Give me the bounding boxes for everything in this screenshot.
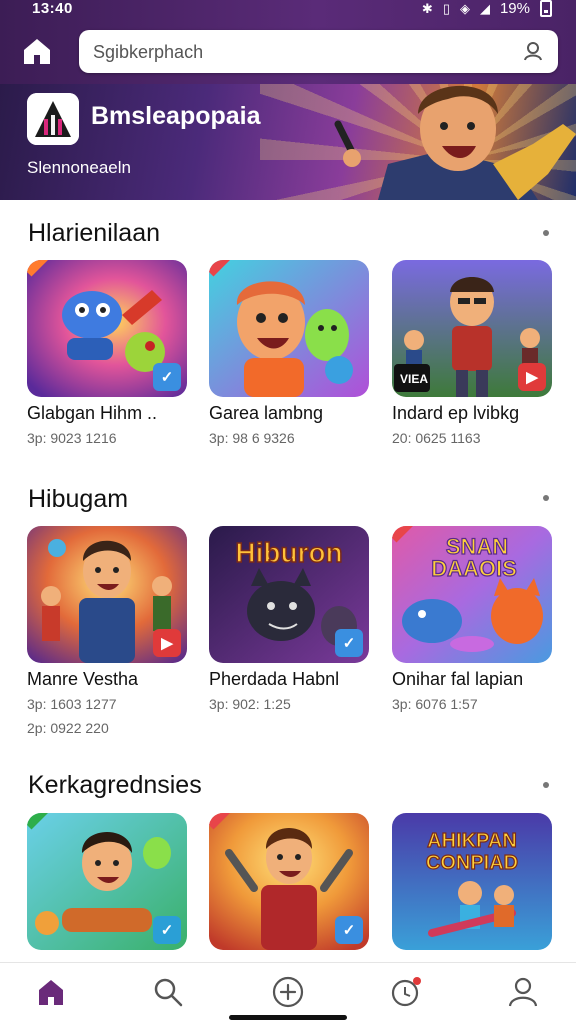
section-1-title: Hlarienilaan <box>28 219 161 247</box>
game-meta: 3p: 98 6 9326 <box>209 430 295 446</box>
bluetooth-icon: ✱ <box>421 0 433 16</box>
play-icon: ▶ <box>153 629 181 657</box>
game-meta: 20: 0625 1163 <box>392 430 481 446</box>
game-card[interactable]: Garea lambng 3p: 98 6 9326 <box>209 260 370 446</box>
search-bar[interactable]: Sgibkerphach <box>79 30 558 73</box>
banner-subtitle: Slennoneaeln <box>27 158 131 177</box>
check-icon: ✓ <box>335 916 363 944</box>
add-circle-icon[interactable] <box>271 975 305 1009</box>
game-card[interactable]: ✓ <box>27 813 188 950</box>
game-card[interactable]: Hiburon ✓ Pherdada Habnl 3p: 902: 1:25 <box>209 526 370 712</box>
check-icon: ✓ <box>153 916 181 944</box>
game-thumbnail: ✓ <box>209 813 369 950</box>
section-3-more-icon[interactable] <box>543 782 549 788</box>
account-search-icon[interactable] <box>522 39 546 63</box>
top-app-bar: 13:40 ✱ ▯ ◈ ◢ 19% Sgibkerphach <box>0 0 576 84</box>
game-thumbnail: AHIKPAN CONPIAD <box>392 813 552 950</box>
thumb-text: AHIKPAN <box>427 830 517 852</box>
search-icon[interactable] <box>151 975 185 1009</box>
app-logo <box>27 93 79 145</box>
gesture-home-bar[interactable] <box>229 1015 347 1020</box>
game-meta: 3p: 1603 1277 <box>27 696 117 712</box>
game-title: Garea lambng <box>209 403 324 423</box>
game-title: Pherdada Habnl <box>209 669 340 689</box>
section-3-title: Kerkagrednsies <box>28 771 202 799</box>
game-card[interactable]: VIEA ▶ Indard ep lvibkg 20: 0625 1163 <box>392 260 553 446</box>
game-title: Indard ep lvibkg <box>392 403 520 423</box>
banner-hero-character <box>334 85 576 200</box>
game-thumbnail: SNAN DAAOIS <box>392 526 552 663</box>
game-thumbnail: ✓ <box>27 813 187 950</box>
check-icon: ✓ <box>335 629 363 657</box>
game-card[interactable]: SNAN DAAOIS Onihar fal lapian 3p: 6076 1… <box>392 526 553 712</box>
home-icon[interactable] <box>34 975 68 1009</box>
section-2-more-icon[interactable] <box>543 495 549 501</box>
game-card[interactable]: ✓ <box>209 813 370 950</box>
game-card[interactable]: AHIKPAN CONPIAD <box>392 813 553 950</box>
thumb-text: DAAOIS <box>431 556 517 581</box>
status-time: 13:40 <box>32 0 73 17</box>
game-meta: 3p: 6076 1:57 <box>392 696 478 712</box>
game-card[interactable]: ▶ Manre Vestha 3p: 1603 1277 2p: 0922 22… <box>27 526 188 736</box>
vibrate-icon: ▯ <box>442 0 450 16</box>
game-title: Glabgan Hihm .. <box>27 403 158 423</box>
section-1-more-icon[interactable] <box>543 230 549 236</box>
signal-icon: ◢ <box>479 0 490 16</box>
game-thumbnail: VIEA ▶ <box>392 260 552 397</box>
play-icon: ▶ <box>518 363 546 391</box>
thumb-text: VIEA <box>400 372 428 386</box>
check-icon: ✓ <box>153 363 181 391</box>
game-thumbnail <box>209 260 369 397</box>
search-input[interactable]: Sgibkerphach <box>93 42 203 63</box>
game-meta: 3p: 9023 1216 <box>27 430 117 446</box>
thumb-text: CONPIAD <box>426 852 518 874</box>
battery-icon <box>540 0 552 17</box>
game-title: Onihar fal lapian <box>392 669 524 689</box>
featured-banner[interactable]: Bmsleapopaia Slennoneaeln <box>0 84 576 200</box>
home-icon[interactable] <box>20 34 54 68</box>
game-thumbnail: ✓ <box>27 260 187 397</box>
profile-icon[interactable] <box>506 975 540 1009</box>
game-meta-secondary: 2p: 0922 220 <box>27 720 109 736</box>
section-2-title: Hibugam <box>28 485 129 513</box>
game-thumbnail: Hiburon ✓ <box>209 526 369 663</box>
notifications-icon[interactable] <box>389 975 423 1009</box>
battery-level: 19% <box>499 0 530 17</box>
game-title: Manre Vestha <box>27 669 139 689</box>
wifi-icon: ◈ <box>459 0 470 16</box>
game-thumbnail: ▶ <box>27 526 187 663</box>
status-icons: ✱ ▯ ◈ ◢ 19% <box>422 0 552 17</box>
status-bar: 13:40 ✱ ▯ ◈ ◢ 19% <box>0 0 576 22</box>
game-card[interactable]: ✓ Glabgan Hihm .. 3p: 9023 1216 <box>27 260 188 446</box>
thumb-text: Hiburon <box>235 537 342 568</box>
game-meta: 3p: 902: 1:25 <box>209 696 291 712</box>
banner-title: Bmsleapopaia <box>91 102 261 130</box>
